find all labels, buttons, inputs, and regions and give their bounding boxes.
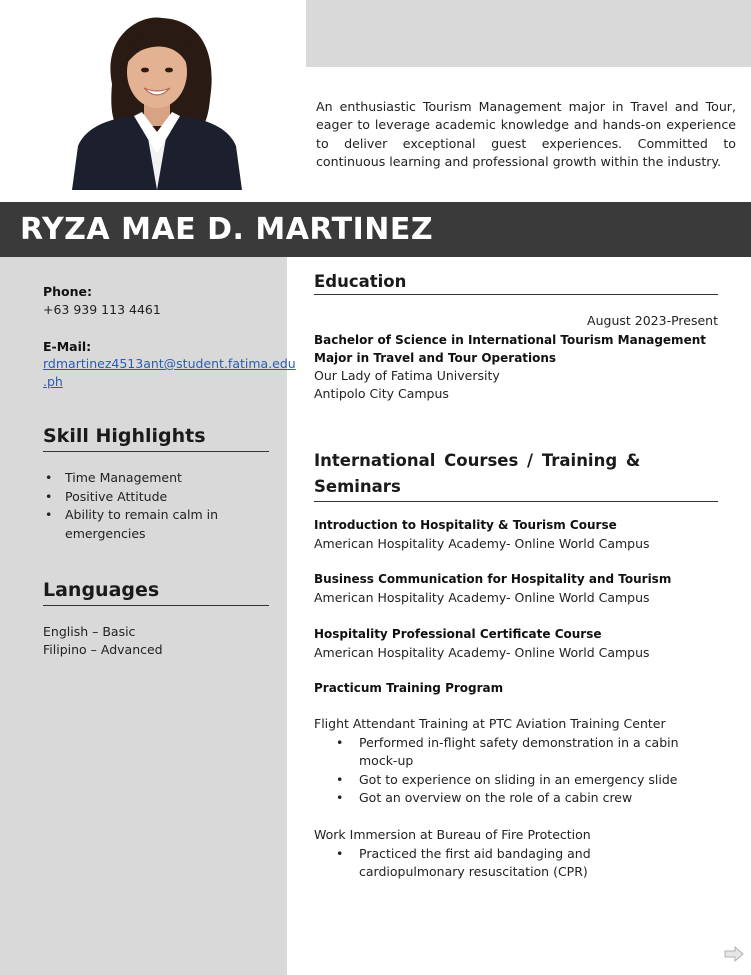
course-item: Introduction to Hospitality & Tourism Co… bbox=[314, 516, 718, 553]
education-heading: Education bbox=[314, 272, 718, 295]
work-immersion-item: Practiced the first aid bandaging and ca… bbox=[314, 845, 718, 882]
course-org: American Hospitality Academy- Online Wor… bbox=[314, 644, 650, 660]
flight-training-list: Performed in-flight safety demonstration… bbox=[314, 734, 718, 808]
applicant-name: RYZA MAE D. MARTINEZ bbox=[20, 212, 434, 247]
flight-training-item: Got to experience on sliding in an emerg… bbox=[314, 771, 718, 790]
education-degree: Bachelor of Science in International Tou… bbox=[314, 332, 706, 365]
languages-heading: Languages bbox=[43, 579, 269, 606]
flight-training-section: Flight Attendant Training at PTC Aviatio… bbox=[314, 715, 718, 808]
course-item: Hospitality Professional Certificate Cou… bbox=[314, 625, 718, 662]
languages-list: English – Basic Filipino – Advanced bbox=[43, 623, 163, 659]
language-item: English – Basic bbox=[43, 624, 136, 639]
courses-heading-line2: Seminars bbox=[314, 477, 401, 496]
skill-item: Positive Attitude bbox=[43, 488, 269, 507]
course-title: Business Communication for Hospitality a… bbox=[314, 572, 672, 586]
email-link[interactable]: rdmartinez4513ant@student.fatima.edu .ph bbox=[43, 355, 296, 391]
flight-training-item: Got an overview on the role of a cabin c… bbox=[314, 789, 718, 808]
phone-label: Phone: bbox=[43, 284, 93, 299]
header-accent-band bbox=[306, 0, 751, 67]
education-section: August 2023-Present Bachelor of Science … bbox=[314, 312, 718, 404]
course-org: American Hospitality Academy- Online Wor… bbox=[314, 589, 650, 605]
email-link-line1[interactable]: rdmartinez4513ant@student.fatima.edu bbox=[43, 356, 296, 371]
flight-training-item: Performed in-flight safety demonstration… bbox=[314, 734, 718, 771]
profile-summary: An enthusiastic Tourism Management major… bbox=[316, 99, 736, 169]
skills-list: Time Management Positive Attitude Abilit… bbox=[43, 469, 269, 543]
flight-training-title: Flight Attendant Training at PTC Aviatio… bbox=[314, 716, 666, 731]
courses-heading-line1: International Courses / Training & bbox=[314, 451, 641, 470]
course-title: Introduction to Hospitality & Tourism Co… bbox=[314, 518, 617, 532]
course-item: Business Communication for Hospitality a… bbox=[314, 570, 718, 607]
email-link-line2[interactable]: .ph bbox=[43, 374, 63, 389]
work-immersion-section: Work Immersion at Bureau of Fire Protect… bbox=[314, 826, 718, 882]
work-immersion-title: Work Immersion at Bureau of Fire Protect… bbox=[314, 827, 591, 842]
course-title: Hospitality Professional Certificate Cou… bbox=[314, 627, 602, 641]
profile-photo bbox=[72, 14, 242, 190]
arrow-right-icon[interactable] bbox=[724, 945, 744, 963]
practicum-title: Practicum Training Program bbox=[314, 681, 504, 695]
education-date: August 2023-Present bbox=[587, 313, 718, 328]
name-banner: RYZA MAE D. MARTINEZ bbox=[0, 202, 751, 257]
sidebar: Phone: +63 939 113 4461 E-Mail: rdmartin… bbox=[0, 257, 296, 975]
language-item: Filipino – Advanced bbox=[43, 642, 163, 657]
education-school: Our Lady of Fatima University bbox=[314, 367, 500, 383]
phone-value: +63 939 113 4461 bbox=[43, 302, 161, 317]
skills-heading: Skill Highlights bbox=[43, 425, 269, 452]
courses-heading: International Courses / Training & Semin… bbox=[314, 448, 718, 502]
work-immersion-list: Practiced the first aid bandaging and ca… bbox=[314, 845, 718, 882]
skill-item: Time Management bbox=[43, 469, 269, 488]
skill-item: Ability to remain calm in emergencies bbox=[43, 506, 269, 543]
education-campus: Antipolo City Campus bbox=[314, 386, 449, 401]
email-label: E-Mail: bbox=[43, 339, 92, 354]
course-org: American Hospitality Academy- Online Wor… bbox=[314, 535, 650, 551]
